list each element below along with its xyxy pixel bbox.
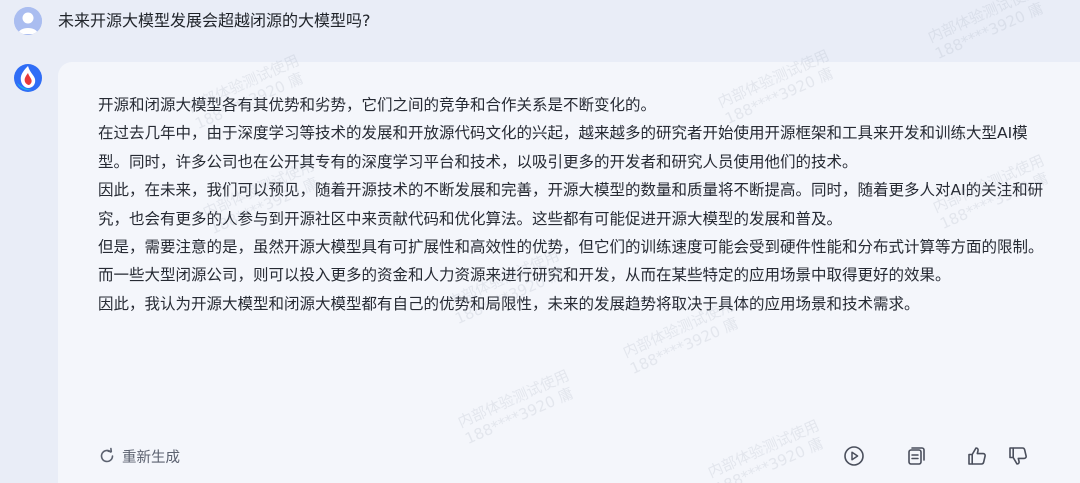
refresh-icon: [100, 447, 114, 463]
user-question-row: 未来开源大模型发展会超越闭源的大模型吗?: [0, 0, 1080, 42]
answer-paragraph: 在过去几年中，由于深度学习等技术的发展和开放源代码文化的兴起，越来越多的研究者开…: [98, 124, 1028, 171]
user-question-text: 未来开源大模型发展会超越闭源的大模型吗?: [58, 11, 371, 30]
answer-body: 开源和闭源大模型各有其优势和劣势，它们之间的竞争和合作关系是不断变化的。 在过去…: [98, 91, 1048, 318]
regenerate-label: 重新生成: [122, 449, 180, 466]
copy-icon: [908, 447, 925, 465]
assistant-logo-icon: [12, 61, 44, 93]
thumbs-up-icon: [968, 447, 986, 465]
play-circle-icon: [844, 446, 864, 466]
answer-paragraph: 因此，我认为开源大模型和闭源大模型都有自己的优势和局限性，未来的发展趋势将取决于…: [98, 294, 920, 313]
thumbs-down-button[interactable]: [1005, 443, 1031, 469]
copy-button[interactable]: [903, 443, 929, 469]
regenerate-button[interactable]: 重新生成: [98, 444, 180, 468]
answer-paragraph: 开源和闭源大模型各有其优势和劣势，它们之间的竞争和合作关系是不断变化的。: [98, 96, 657, 114]
user-avatar-icon: [14, 7, 42, 35]
answer-paragraph: 但是，需要注意的是，虽然开源大模型具有可扩展性和高效性的优势，但它们的训练速度可…: [98, 238, 1044, 285]
play-audio-button[interactable]: [841, 443, 867, 469]
thumbs-up-button[interactable]: [964, 443, 990, 469]
user-avatar: [14, 7, 42, 35]
thumbs-down-icon: [1009, 447, 1027, 465]
answer-paragraph: 因此，在未来，我们可以预见，随着开源技术的不断发展和完善，开源大模型的数量和质量…: [98, 181, 1044, 228]
chat-page: 未来开源大模型发展会超越闭源的大模型吗? 开源和闭源大模型各有其优势和劣势，它们…: [0, 0, 1080, 483]
answer-footer: 重新生成: [58, 440, 1080, 474]
assistant-answer-card: 开源和闭源大模型各有其优势和劣势，它们之间的竞争和合作关系是不断变化的。 在过去…: [58, 62, 1080, 483]
